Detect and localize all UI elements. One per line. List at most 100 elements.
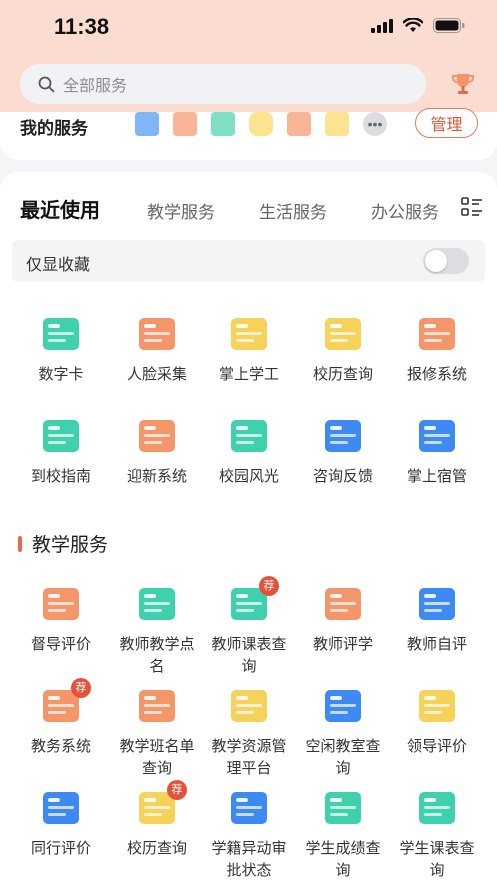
- service-item[interactable]: 教学资源管理平台: [200, 684, 298, 780]
- student-work-icon: [231, 318, 267, 350]
- search-placeholder: 全部服务: [63, 78, 128, 95]
- service-item[interactable]: 空闲教室查询: [294, 684, 392, 780]
- team-icon[interactable]: [287, 112, 311, 136]
- shield-icon[interactable]: [249, 112, 273, 136]
- service-item[interactable]: 教师评学: [294, 582, 392, 656]
- service-tabs: 最近使用 教学服务 生活服务 办公服务: [0, 192, 497, 254]
- service-label: 到校指南: [30, 468, 91, 485]
- service-item[interactable]: 教师自评: [388, 582, 486, 656]
- id-card-icon: [43, 318, 79, 350]
- service-icon-wrap: [415, 414, 459, 458]
- service-icon-wrap: [227, 414, 271, 458]
- tab-office[interactable]: 办公服务: [371, 198, 439, 223]
- service-icon-wrap: [415, 684, 459, 728]
- service-label: 迎新系统: [126, 468, 187, 485]
- service-item[interactable]: 咨询反馈: [294, 414, 392, 488]
- service-item[interactable]: 教师教学点名: [108, 582, 206, 678]
- service-item[interactable]: 荐教务系统: [12, 678, 110, 758]
- service-label: 督导评价: [30, 636, 91, 653]
- service-label: 校园风光: [218, 468, 279, 485]
- service-icon-wrap: [135, 312, 179, 356]
- services-panel: 最近使用 教学服务 生活服务 办公服务 仅显收藏 数字卡 人脸采集 掌上学工 校历查询…: [0, 172, 497, 883]
- service-item[interactable]: 学生课表查询: [388, 786, 486, 882]
- roll-call-icon: [139, 588, 175, 620]
- service-label: 空闲教室查询: [305, 738, 381, 777]
- service-icon-wrap: [39, 582, 83, 626]
- service-item[interactable]: 报修系统: [388, 312, 486, 386]
- service-item[interactable]: 校园风光: [200, 414, 298, 488]
- service-label: 教学班名单查询: [119, 738, 195, 777]
- service-icon-wrap: 荐: [227, 576, 279, 626]
- teaching-section-header: 教学服务: [18, 530, 108, 557]
- service-label: 教师自评: [406, 636, 467, 653]
- service-label: 掌上宿管: [406, 468, 467, 485]
- service-item[interactable]: 教学班名单查询: [108, 684, 206, 780]
- service-item[interactable]: 学籍异动审批状态: [200, 786, 298, 882]
- service-item[interactable]: 学生成绩查询: [294, 786, 392, 882]
- status-bar: 11:38: [0, 0, 497, 54]
- service-item[interactable]: 督导评价: [12, 582, 110, 656]
- service-label: 教学资源管理平台: [211, 738, 287, 777]
- service-item[interactable]: 到校指南: [12, 414, 110, 488]
- more-icon[interactable]: •••: [363, 112, 387, 136]
- classroom-icon: [325, 690, 361, 722]
- service-item[interactable]: 同行评价: [12, 786, 110, 860]
- guide-icon: [43, 420, 79, 452]
- service-item[interactable]: 荐教师课表查询: [200, 576, 298, 678]
- service-item[interactable]: 迎新系统: [108, 414, 206, 488]
- service-icon-wrap: [135, 582, 179, 626]
- checklist-icon: [419, 588, 455, 620]
- dorm-icon: [419, 420, 455, 452]
- chart-icon: [43, 792, 79, 824]
- resource-icon: [231, 690, 267, 722]
- tab-recent[interactable]: 最近使用: [20, 194, 100, 223]
- tab-teaching[interactable]: 教学服务: [147, 198, 215, 223]
- service-icon-wrap: [39, 312, 83, 356]
- chat-icon: [325, 420, 361, 452]
- service-item[interactable]: 人脸采集: [108, 312, 206, 386]
- service-label: 咨询反馈: [312, 468, 373, 485]
- trophy-icon[interactable]: [449, 70, 477, 98]
- manage-button[interactable]: 管理: [415, 108, 478, 138]
- service-label: 校历查询: [312, 366, 373, 383]
- favorites-filter-row: 仅显收藏: [12, 240, 485, 282]
- service-item[interactable]: 数字卡: [12, 312, 110, 386]
- service-icon-wrap: [415, 312, 459, 356]
- welcome-icon: [139, 420, 175, 452]
- tab-life[interactable]: 生活服务: [259, 198, 327, 223]
- search-icon: [38, 76, 55, 92]
- recommend-badge: 荐: [71, 678, 91, 698]
- leader-icon: [419, 690, 455, 722]
- service-label: 教师课表查询: [211, 636, 287, 675]
- service-icon-wrap: [39, 786, 83, 830]
- calendar-icon: [325, 318, 361, 350]
- service-label: 数字卡: [38, 366, 84, 383]
- toggle-knob: [425, 250, 447, 272]
- service-item[interactable]: 校历查询: [294, 312, 392, 386]
- service-item[interactable]: 掌上宿管: [388, 414, 486, 488]
- service-item[interactable]: 荐校历查询: [108, 780, 206, 860]
- service-label: 学籍异动审批状态: [211, 840, 287, 879]
- graduation-icon: [231, 792, 267, 824]
- face-capture-icon: [139, 318, 175, 350]
- campus-icon: [231, 420, 267, 452]
- face-card-icon[interactable]: [211, 112, 235, 136]
- calendar-icon[interactable]: [325, 112, 349, 136]
- service-icon-wrap: [39, 414, 83, 458]
- roster-search-icon: [139, 690, 175, 722]
- favorites-toggle[interactable]: [423, 248, 469, 274]
- service-item[interactable]: 领导评价: [388, 684, 486, 758]
- service-item[interactable]: 掌上学工: [200, 312, 298, 386]
- service-label: 人脸采集: [126, 366, 187, 383]
- wifi-icon: [403, 18, 423, 32]
- my-services-icons: •••: [135, 112, 387, 136]
- id-card-icon[interactable]: [173, 112, 197, 136]
- search-input[interactable]: 全部服务: [20, 64, 426, 104]
- grade-search-icon: [325, 792, 361, 824]
- search-row: 全部服务: [20, 64, 477, 104]
- building-icon[interactable]: [135, 112, 159, 136]
- service-label: 报修系统: [406, 366, 467, 383]
- list-view-icon[interactable]: [461, 196, 483, 218]
- service-icon-wrap: 荐: [39, 678, 91, 728]
- student-timetable-icon: [419, 792, 455, 824]
